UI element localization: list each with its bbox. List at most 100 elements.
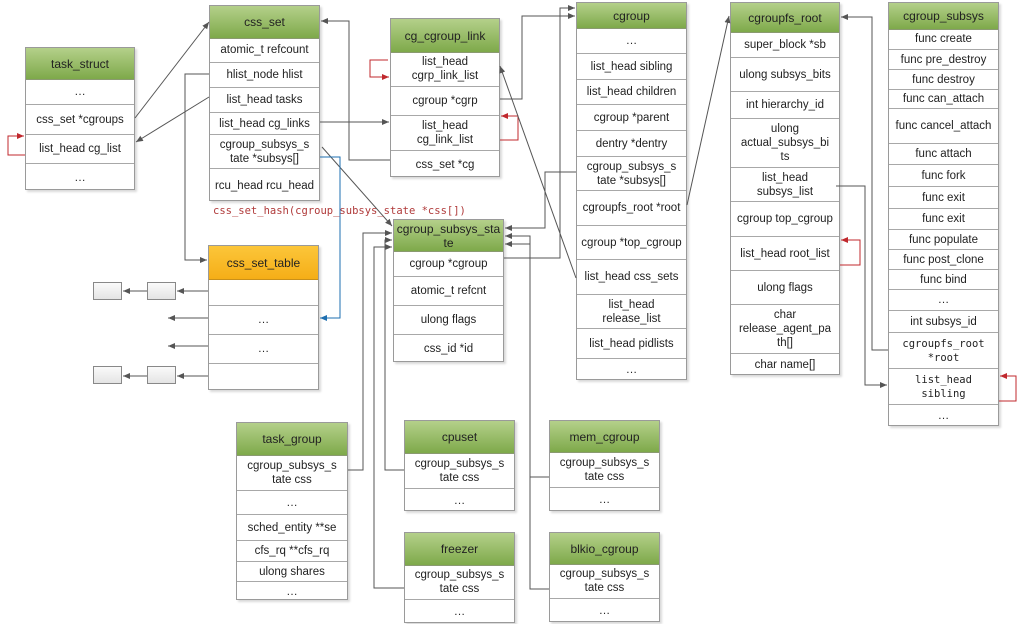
struct-field: func create bbox=[915, 33, 972, 45]
struct-field: hlist_node hlist bbox=[210, 62, 319, 87]
hash-chain-node bbox=[147, 366, 176, 384]
struct-field: cgroup *parent bbox=[577, 104, 686, 130]
arrow-cgroup-css-sets-to-link bbox=[499, 65, 577, 279]
struct-field: … bbox=[74, 85, 86, 98]
struct-field: cgroup *cgroup bbox=[409, 257, 488, 270]
struct-field: cgroup_subsys_s tate css bbox=[414, 569, 505, 595]
struct-field: list_head root_list bbox=[731, 236, 839, 270]
struct-field: list_head cg_list bbox=[26, 134, 134, 163]
struct-field: int hierarchy_id bbox=[731, 91, 839, 118]
struct-title: cgroupfs_root bbox=[731, 3, 839, 33]
struct-field: super_block *sb bbox=[744, 38, 826, 51]
struct-title: mem_cgroup bbox=[550, 421, 659, 453]
struct-field: func can_attach bbox=[889, 89, 998, 108]
struct-field: … bbox=[577, 358, 686, 381]
struct-field bbox=[209, 363, 318, 391]
struct-field bbox=[209, 279, 318, 305]
struct-field: cgroup_subsys_s tate *subsys[] bbox=[577, 156, 686, 190]
struct-box-cgroupfs-root: cgroupfs_root super_block *sb ulong subsys… bbox=[730, 2, 840, 375]
connector-layer bbox=[7, 5, 1017, 590]
loop-subsys-sibling bbox=[999, 373, 1017, 402]
struct-box-freezer: freezer cgroup_subsys_s tate css … bbox=[404, 532, 515, 623]
struct-field: ulong actual_subsys_bi ts bbox=[731, 118, 839, 167]
struct-field: func fork bbox=[889, 164, 998, 186]
struct-field: func cancel_attach bbox=[889, 108, 998, 143]
arrow-hlist-to-css-set-table bbox=[184, 73, 209, 263]
arrow-css-set-tasks-to-cg-list bbox=[135, 96, 210, 143]
struct-field: cgroup *top_cgroup bbox=[577, 225, 686, 259]
struct-title: css_set bbox=[210, 6, 319, 39]
struct-field: cgroup_subsys_s tate css bbox=[247, 459, 337, 486]
struct-box-cgroup-subsys: cgroup_subsys func create func pre_destroy… bbox=[888, 2, 999, 426]
struct-title: task_group bbox=[237, 423, 347, 456]
struct-field: atomic_t refcount bbox=[220, 44, 309, 56]
struct-box-mem-cgroup: mem_cgroup cgroup_subsys_s tate css… bbox=[549, 420, 660, 511]
struct-field: atomic_t refcnt bbox=[394, 276, 503, 305]
struct-title: freezer bbox=[405, 533, 514, 566]
struct-field: char release_agent_pa th[] bbox=[731, 304, 839, 353]
struct-field: char name[] bbox=[731, 353, 839, 376]
struct-field: … bbox=[405, 599, 514, 624]
struct-field: … bbox=[26, 163, 134, 191]
arrow-subsys-root-to-cgroupfs-root bbox=[841, 14, 888, 351]
struct-box-css-set-table: css_set_table …… bbox=[208, 245, 319, 390]
struct-field: ulong subsys_bits bbox=[731, 57, 839, 91]
struct-field: … bbox=[889, 289, 998, 310]
struct-field: cgroup_subsys_s tate css bbox=[559, 568, 650, 594]
arrow-link-cgrp-to-cgroup bbox=[500, 13, 575, 100]
struct-title: cgroup_subsys bbox=[889, 3, 998, 30]
struct-field: func post_clone bbox=[889, 249, 998, 269]
struct-field: func attach bbox=[889, 143, 998, 164]
struct-field: list_head cg_link_list bbox=[391, 115, 499, 150]
struct-field: … bbox=[625, 34, 638, 47]
struct-field: css_id *id bbox=[394, 334, 503, 363]
arrow-cgroup-subsys-to-css-state bbox=[505, 171, 576, 231]
struct-field: ulong flags bbox=[394, 305, 503, 334]
struct-field: ulong shares bbox=[237, 561, 347, 581]
hash-chain-node bbox=[93, 366, 122, 384]
arrow-subsys-list-to-sibling bbox=[836, 185, 887, 388]
arrow-task-cgroups-to-css-set bbox=[134, 21, 210, 119]
struct-box-blkio-cgroup: blkio_cgroup cgroup_subsys_s tate css … bbox=[549, 532, 660, 622]
struct-field: sched_entity **se bbox=[237, 514, 347, 540]
struct-field: … bbox=[405, 488, 514, 512]
struct-title: blkio_cgroup bbox=[550, 533, 659, 565]
struct-field: cgroup *cgrp bbox=[391, 86, 499, 115]
struct-field: … bbox=[550, 598, 659, 623]
struct-title: cgroup_subsys_sta te bbox=[394, 220, 503, 252]
loop-task-cg-list bbox=[7, 133, 25, 156]
arrow-link-cg-to-css-set bbox=[321, 18, 390, 161]
struct-field: list_head cgrp_link_list bbox=[411, 56, 479, 82]
struct-box-css-set: css_set atomic_t refcount hlist_node hlist… bbox=[209, 5, 320, 201]
struct-title: cg_cgroup_link bbox=[391, 19, 499, 53]
struct-field: func exit bbox=[889, 186, 998, 208]
struct-field: cgroupfs_root *root bbox=[577, 190, 686, 225]
struct-box-cpuset: cpuset cgroup_subsys_s tate css… bbox=[404, 420, 515, 511]
struct-field: func populate bbox=[889, 229, 998, 249]
struct-field: … bbox=[209, 305, 318, 334]
arrow-css-state-cgroup-to-cgroup bbox=[504, 5, 575, 259]
arrow-css-set-hash-to-table bbox=[320, 156, 341, 321]
css-set-hash-annotation: css_set_hash(cgroup_subsys_state *css[]) bbox=[213, 205, 466, 217]
struct-field: cgroup_subsys_s tate *subsys[] bbox=[210, 134, 319, 168]
struct-field: list_head sibling bbox=[577, 53, 686, 79]
struct-field: … bbox=[237, 581, 347, 601]
arrow-cgroup-root-to-cgroupfs-root bbox=[686, 15, 731, 206]
struct-field: func bind bbox=[889, 269, 998, 289]
struct-field: int subsys_id bbox=[889, 310, 998, 332]
struct-field: list_head css_sets bbox=[577, 259, 686, 294]
struct-field: cgroup_subsys_s tate css bbox=[414, 457, 505, 484]
struct-box-task-struct: task_struct … css_set *cgroups list_head cg… bbox=[25, 47, 135, 190]
struct-field: list_head subsys_list bbox=[731, 167, 839, 201]
hash-chain-node bbox=[93, 282, 122, 300]
struct-title: task_struct bbox=[26, 48, 134, 80]
struct-title: css_set_table bbox=[209, 246, 318, 280]
struct-field: list_head sibling bbox=[889, 368, 998, 404]
arrow-task-group-css bbox=[348, 230, 392, 471]
struct-field: dentry *dentry bbox=[577, 130, 686, 156]
struct-field: rcu_head rcu_head bbox=[210, 168, 319, 202]
struct-field: cfs_rq **cfs_rq bbox=[237, 540, 347, 561]
struct-field: list_head pidlists bbox=[577, 328, 686, 358]
struct-box-cgroup: cgroup … list_head sibling list_head childr… bbox=[576, 2, 687, 380]
loop-cgrp-link-list bbox=[369, 59, 389, 80]
